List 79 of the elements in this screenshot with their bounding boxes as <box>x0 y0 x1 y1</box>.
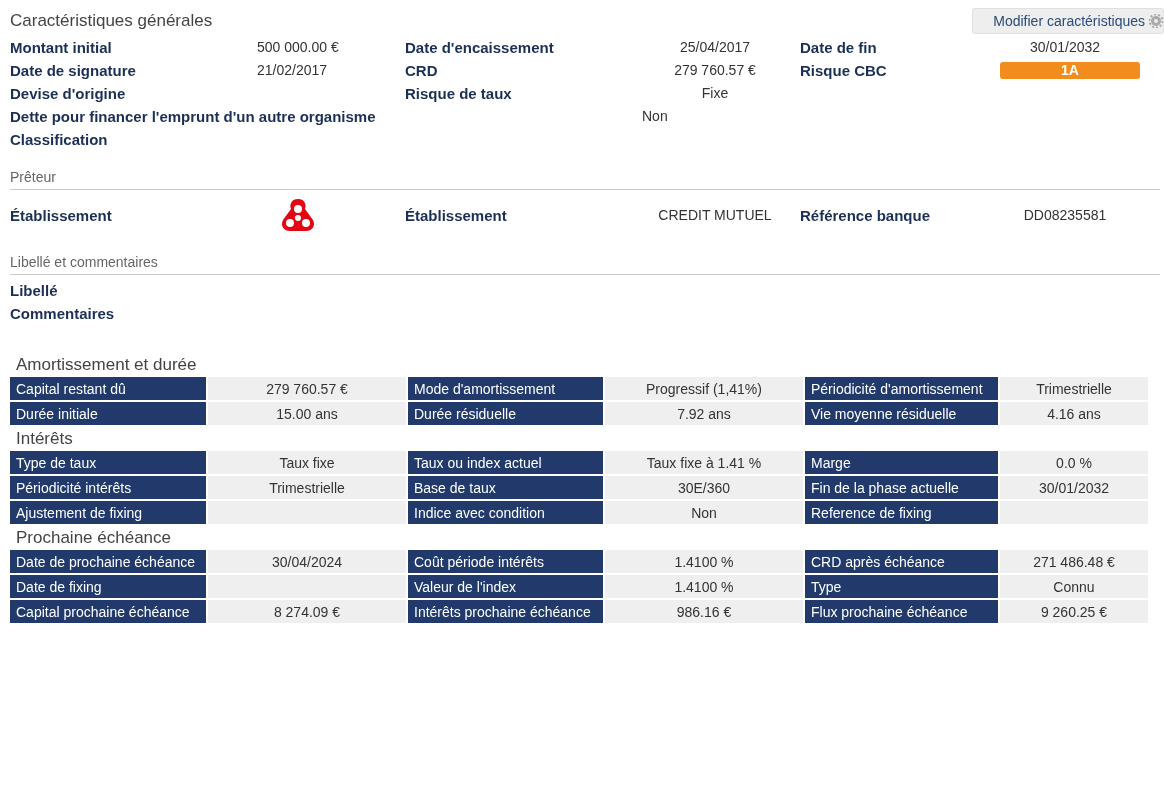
field-label: Risque de taux <box>405 84 513 104</box>
header-cell: Taux ou index actuel <box>408 451 603 474</box>
field-value: 279 760.57 € <box>673 61 757 80</box>
field-label: Date d'encaissement <box>405 38 555 58</box>
header-cell: Intérêts prochaine échéance <box>408 600 603 623</box>
table-cell: Trimestrielle <box>208 476 406 499</box>
section-title: Caractéristiques générales <box>10 11 213 31</box>
table-cell: 30/01/2032 <box>1000 476 1148 499</box>
field-value: CREDIT MUTUEL <box>657 205 773 225</box>
field-value: DD08235581 <box>1022 205 1108 225</box>
field-value: 30/01/2032 <box>1028 38 1102 57</box>
header-cell: Fin de la phase actuelle <box>805 476 998 499</box>
field-label: Établissement <box>405 205 508 226</box>
header-cell: Type <box>805 575 998 598</box>
table-cell: 1.4100 % <box>605 575 803 598</box>
field-label: Commentaires <box>10 304 116 324</box>
table-cell: 15.00 ans <box>208 402 406 425</box>
section-title: Prochaine échéance <box>15 527 172 549</box>
table-cell: 9 260.25 € <box>1000 600 1148 623</box>
bank-logo <box>280 198 316 232</box>
header-cell: Date de prochaine échéance <box>10 550 206 573</box>
header-cell: CRD après échéance <box>805 550 998 573</box>
table-cell: 4.16 ans <box>1000 402 1148 425</box>
field-label: Montant initial <box>10 38 113 58</box>
table-cell: 8 274.09 € <box>208 600 406 623</box>
table-cell: 986.16 € <box>605 600 803 623</box>
field-label: CRD <box>405 61 439 81</box>
header-cell: Vie moyenne résiduelle <box>805 402 998 425</box>
table-cell: 0.0 % <box>1000 451 1148 474</box>
table-cell: 271 486.48 € <box>1000 550 1148 573</box>
section-title: Intérêts <box>15 428 74 450</box>
header-cell: Indice avec condition <box>408 501 603 524</box>
header-cell: Mode d'amortissement <box>408 377 603 400</box>
table-cell: Taux fixe <box>208 451 406 474</box>
field-label: Classification <box>10 130 109 150</box>
section-title: Prêteur <box>10 151 1160 190</box>
field-label: Date de fin <box>800 38 878 58</box>
gear-icon <box>1149 14 1163 28</box>
table-cell: Progressif (1,41%) <box>605 377 803 400</box>
table-cell: 279 760.57 € <box>208 377 406 400</box>
header-cell: Coût période intérêts <box>408 550 603 573</box>
header-cell: Type de taux <box>10 451 206 474</box>
table-cell: Connu <box>1000 575 1148 598</box>
field-label: Risque CBC <box>800 61 888 81</box>
header-cell: Durée résiduelle <box>408 402 603 425</box>
field-label: Établissement <box>10 205 113 226</box>
header-cell: Reference de fixing <box>805 501 998 524</box>
risk-badge: 1A <box>1000 62 1140 79</box>
section-title: Amortissement et durée <box>15 354 198 376</box>
field-label: Libellé <box>10 281 59 301</box>
field-value: 21/02/2017 <box>256 61 329 80</box>
table-cell: Trimestrielle <box>1000 377 1148 400</box>
field-value: Fixe <box>700 84 730 103</box>
table-cell: Non <box>605 501 803 524</box>
table-cell: 7.92 ans <box>605 402 803 425</box>
header-cell: Valeur de l'index <box>408 575 603 598</box>
header-cell: Marge <box>805 451 998 474</box>
field-value: 25/04/2017 <box>678 38 752 57</box>
edit-button[interactable]: Modifier caractéristiques <box>972 8 1164 34</box>
header-cell: Périodicité d'amortissement <box>805 377 998 400</box>
header-cell: Capital restant dû <box>10 377 206 400</box>
header-cell: Capital prochaine échéance <box>10 600 206 623</box>
field-label: Référence banque <box>800 205 932 226</box>
header-cell: Durée initiale <box>10 402 206 425</box>
field-label: Devise d'origine <box>10 84 127 104</box>
header-cell: Base de taux <box>408 476 603 499</box>
field-label: Dette pour financer l'emprunt d'un autre organisme <box>10 107 377 127</box>
table-cell: 30/04/2024 <box>208 550 406 573</box>
section-title: Libellé et commentaires <box>10 236 1160 275</box>
header-cell: Flux prochaine échéance <box>805 600 998 623</box>
field-label: Date de signature <box>10 61 137 81</box>
header-cell: Ajustement de fixing <box>10 501 206 524</box>
header-cell: Date de fixing <box>10 575 206 598</box>
table-cell: 30E/360 <box>605 476 803 499</box>
field-value: 500 000.00 € <box>256 38 340 57</box>
header-cell: Périodicité intérêts <box>10 476 206 499</box>
table-cell: 1.4100 % <box>605 550 803 573</box>
field-value: Non <box>641 107 669 126</box>
table-cell: Taux fixe à 1.41 % <box>605 451 803 474</box>
